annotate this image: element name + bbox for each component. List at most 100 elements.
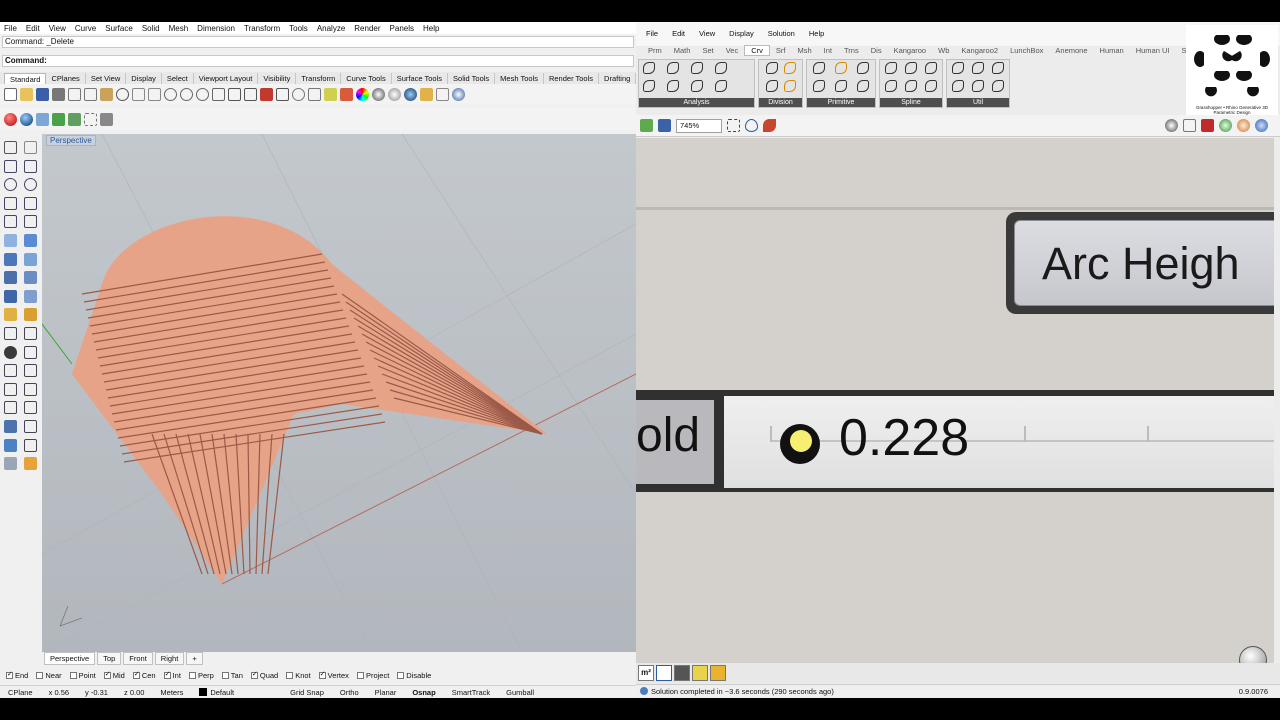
viewport-tab-perspective[interactable]: Perspective [44,652,96,665]
rendered-sphere-icon[interactable] [388,87,401,101]
text-icon[interactable] [24,382,37,396]
component-icon[interactable] [666,62,679,74]
gh-tab-kangaroo[interactable]: Kangaroo [888,46,933,55]
offset-icon[interactable] [24,419,37,433]
curve-icon[interactable] [24,159,37,173]
point-icon[interactable] [24,141,37,154]
osnap-knot[interactable]: Knot [286,671,311,680]
undo-icon[interactable] [116,87,129,101]
component-icon[interactable] [783,62,796,74]
select-icon[interactable] [260,87,273,101]
component-icon[interactable] [857,80,869,92]
pencil-icon[interactable] [692,665,708,681]
analyze-icon[interactable] [292,87,305,101]
sweep-icon[interactable] [24,252,37,266]
gh-tab-lunchbox[interactable]: LunchBox [1004,46,1049,55]
explode-icon[interactable] [4,382,17,396]
boolean-icon[interactable] [4,289,17,303]
box-icon[interactable] [68,112,81,126]
gh-tab-set[interactable]: Set [696,46,719,55]
osnap-cen[interactable]: Cen [132,670,156,680]
zoom-icon[interactable] [164,87,177,101]
gh-tab-msh[interactable]: Msh [791,46,817,55]
component-icon[interactable] [666,80,679,92]
polyline-icon[interactable] [4,159,17,173]
frame-icon[interactable] [84,112,97,126]
solid-box-icon[interactable] [4,271,17,285]
print-icon[interactable] [52,87,65,101]
status-osnap[interactable]: Osnap [404,688,443,697]
units-icon[interactable]: m² [638,665,654,681]
status-planar[interactable]: Planar [367,688,405,697]
osnap-int[interactable]: Int [163,670,181,680]
gh-render-icon[interactable] [1255,119,1268,132]
lock-icon[interactable] [324,87,337,101]
menu-help[interactable]: Help [423,24,439,33]
copy-icon[interactable] [84,87,97,101]
gh-menu-file[interactable]: File [646,29,658,38]
loft-icon[interactable] [24,233,37,247]
pan-hand-icon[interactable] [132,87,145,101]
menu-analyze[interactable]: Analyze [317,24,345,33]
zoom-extents-icon[interactable] [196,87,209,101]
tab-transform[interactable]: Transform [296,73,342,84]
gh-tab-int[interactable]: Int [818,46,838,55]
surface-icon[interactable] [4,233,17,247]
tab-select[interactable]: Select [162,73,194,84]
osnap-near[interactable]: Near [36,671,62,680]
gh-menu-edit[interactable]: Edit [672,29,685,38]
trim-icon[interactable] [24,345,37,359]
check-icon[interactable] [24,438,37,452]
viewport-layout-icon[interactable] [244,87,257,101]
osnap-mid[interactable]: Mid [103,670,125,680]
shaded-sphere-icon[interactable] [372,87,385,101]
component-icon[interactable] [992,80,1004,92]
options-icon[interactable] [436,87,449,101]
tab-curve-tools[interactable]: Curve Tools [341,73,392,84]
component-icon[interactable] [714,62,727,74]
osnap-checkbox[interactable] [221,671,229,679]
zoom-level-dropdown[interactable]: 745% [676,118,722,133]
tab-drafting[interactable]: Drafting [599,73,636,84]
text-tool-icon[interactable] [24,326,37,340]
tab-cplanes[interactable]: CPlanes [46,73,86,84]
osnap-vertex[interactable]: Vertex [318,670,349,680]
menu-solid[interactable]: Solid [142,24,160,33]
preview-mesh-icon[interactable] [1237,119,1250,132]
extrude-icon[interactable] [4,252,17,266]
gh-tab-vec[interactable]: Vec [720,46,745,55]
viewport-tab-top[interactable]: Top [97,652,122,665]
component-icon[interactable] [905,80,917,92]
component-icon[interactable] [642,80,655,92]
menu-render[interactable]: Render [354,24,380,33]
fillet-curve-icon[interactable] [24,215,37,229]
viewport-tab-front[interactable]: Front [123,652,153,665]
paint-bucket-icon[interactable] [4,345,17,359]
osnap-checkbox[interactable] [69,671,77,679]
menu-tools[interactable]: Tools [289,24,308,33]
preview-shaded-icon[interactable] [1201,119,1214,132]
osnap-checkbox[interactable] [132,670,140,679]
render-tool-icon[interactable] [24,308,37,322]
gh-tab-dis[interactable]: Dis [865,46,888,55]
viewport-tab-right[interactable]: Right [154,652,185,665]
component-icon[interactable] [905,62,917,74]
solid-sphere-icon[interactable] [24,271,37,285]
download-icon[interactable] [674,665,690,681]
preview-off-icon[interactable] [1183,119,1196,132]
gh-menu-help[interactable]: Help [809,29,824,38]
bin-icon[interactable] [100,112,113,126]
gh-menu-view[interactable]: View [699,29,715,38]
component-icon[interactable] [690,80,703,92]
status-ortho[interactable]: Ortho [332,688,367,697]
menu-view[interactable]: View [49,24,66,33]
component-icon[interactable] [835,80,847,92]
menu-panels[interactable]: Panels [390,24,414,33]
gh-tab-wb[interactable]: Wb [932,46,955,55]
component-icon[interactable] [885,80,897,92]
status-gumball[interactable]: Gumball [498,688,542,697]
split-icon[interactable] [4,364,17,378]
cut-icon[interactable] [68,87,81,101]
menu-dimension[interactable]: Dimension [197,24,235,33]
red-sphere-icon[interactable] [4,112,17,126]
